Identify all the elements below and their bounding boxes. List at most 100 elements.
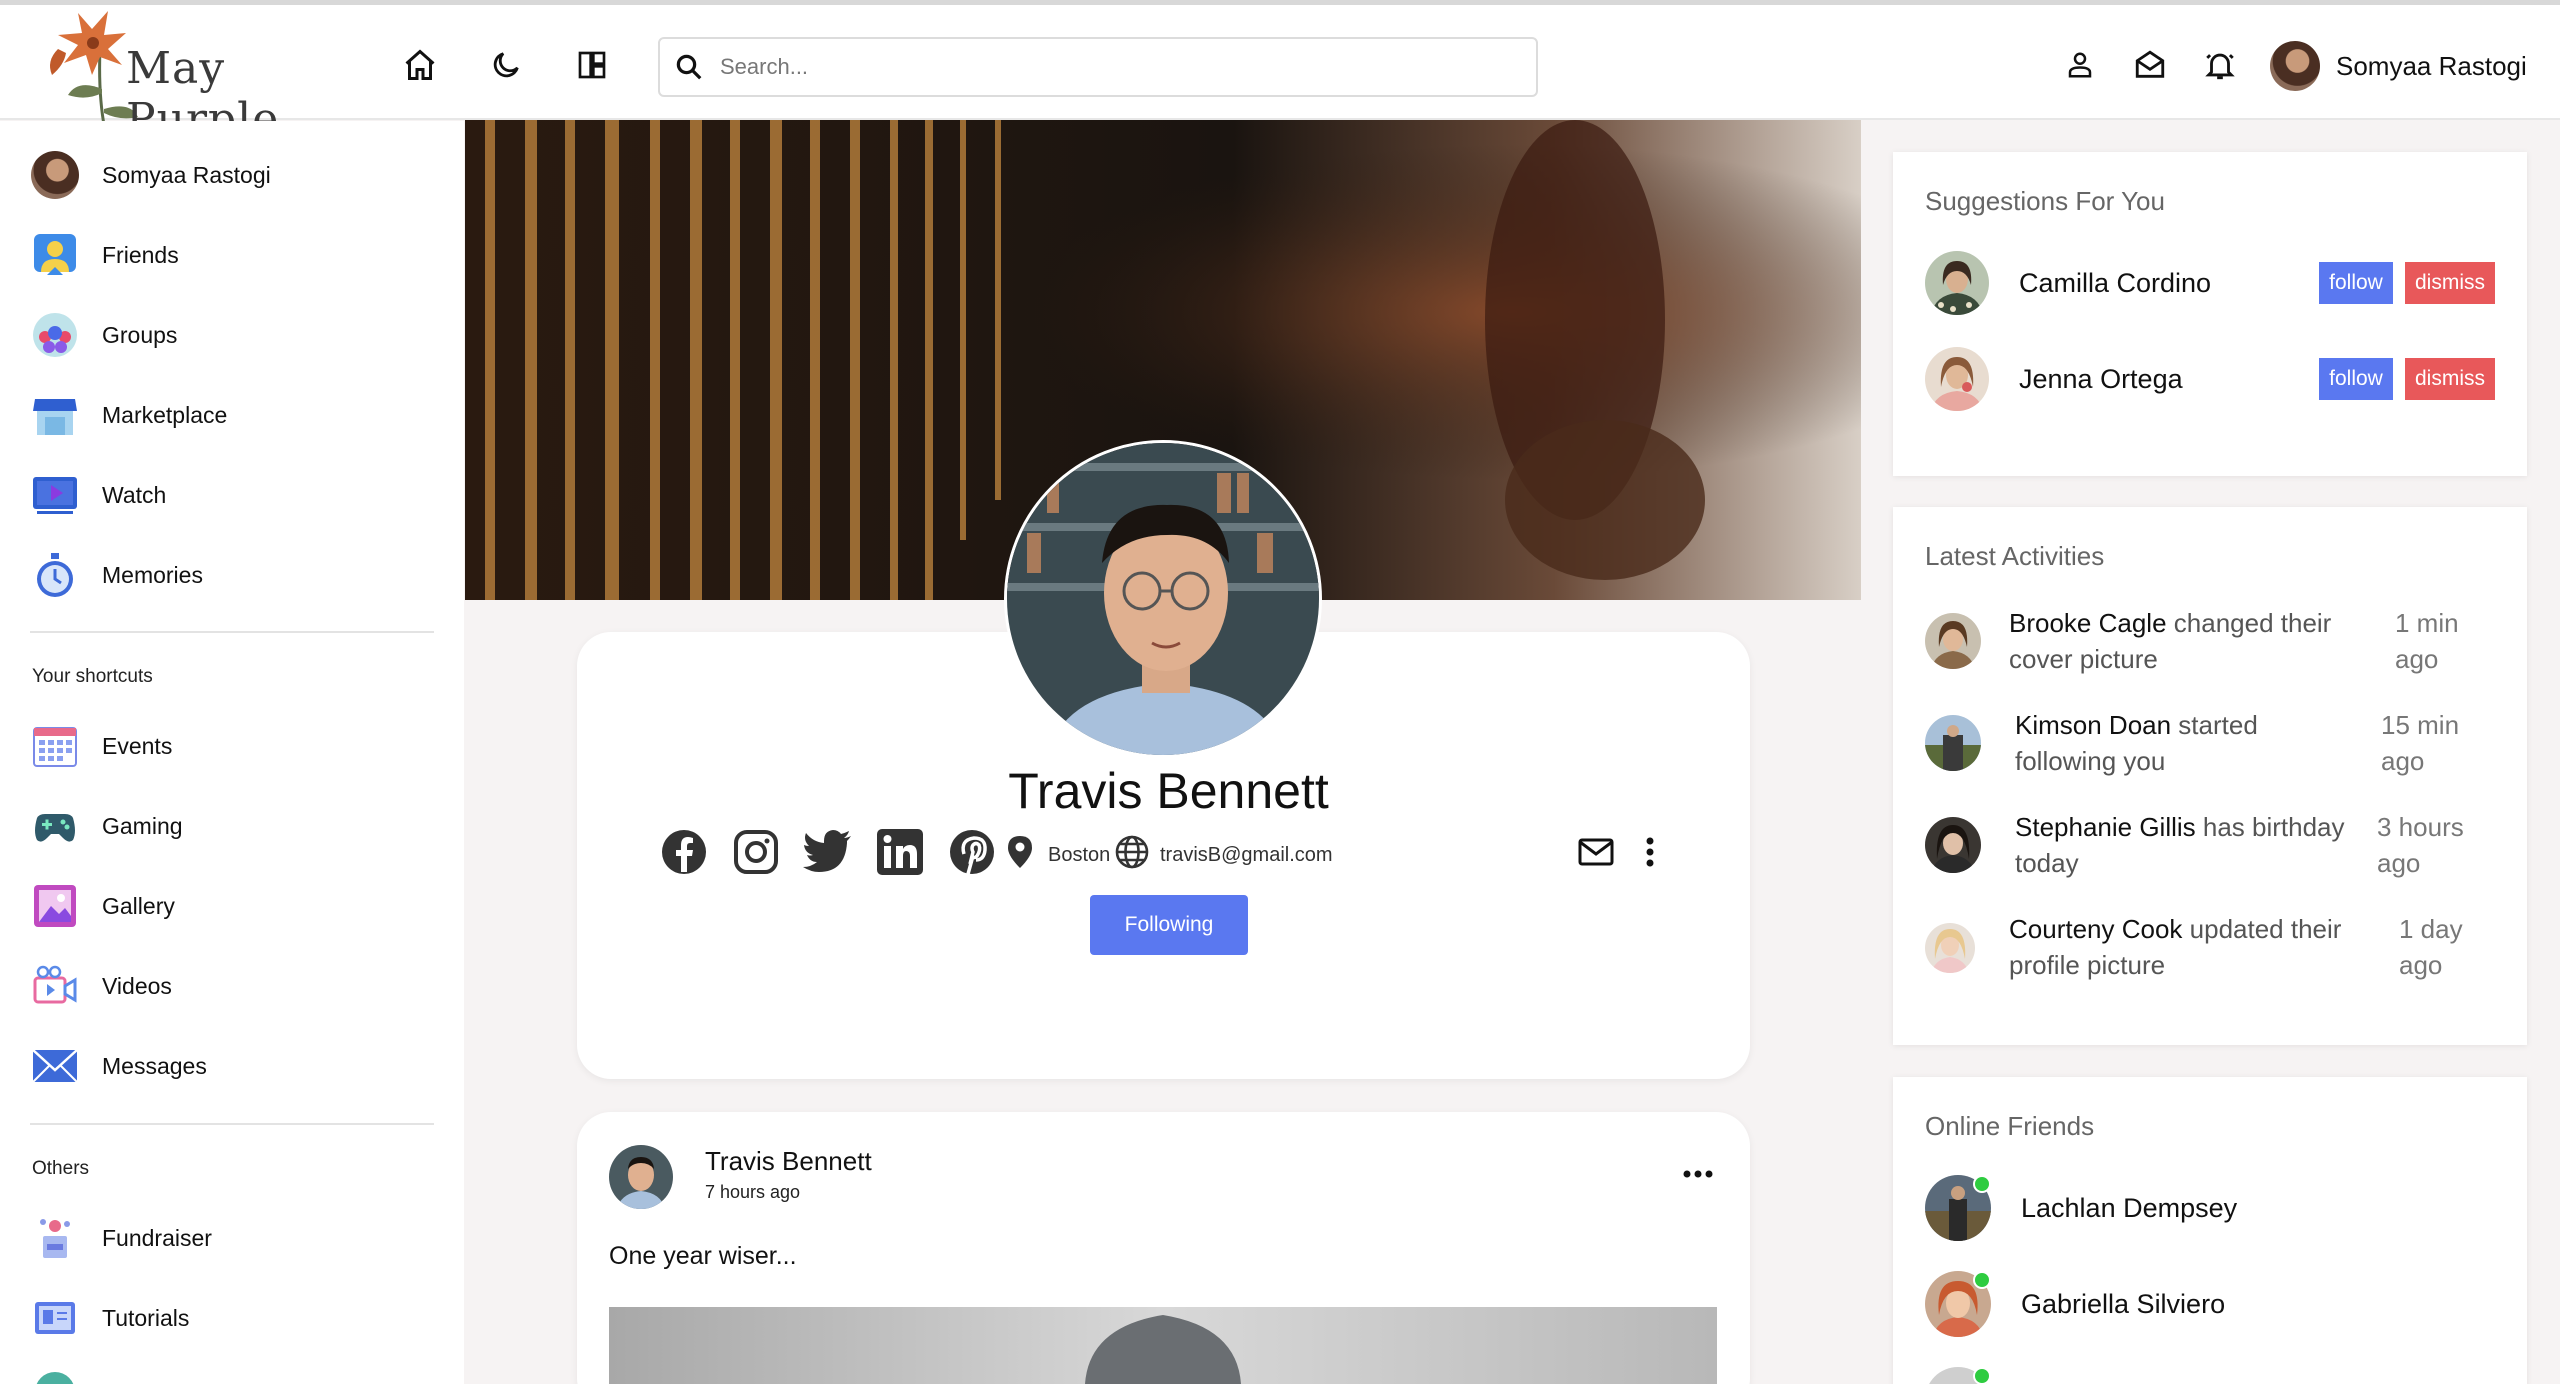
sidebar-item-label: Groups <box>102 321 178 348</box>
post-text: One year wiser... <box>609 1242 797 1270</box>
tutorials-icon <box>30 1293 80 1343</box>
profile-name: Travis Bennett <box>1008 763 1329 819</box>
online-friend-item[interactable]: Lachlan Dempsey <box>1925 1175 2237 1241</box>
sidebar-item-label: Watch <box>102 481 167 508</box>
activity-item: Kimson Doan started following you 15 min… <box>1925 707 2495 779</box>
linkedin-icon[interactable] <box>874 826 926 878</box>
activity-user[interactable]: Brooke Cagle <box>2009 608 2167 638</box>
activity-time: 3 hours ago <box>2377 812 2464 878</box>
online-friends-card: Online Friends Lachlan Dempsey Gabriella… <box>1893 1077 2527 1384</box>
moon-icon[interactable] <box>484 43 528 87</box>
follow-button[interactable]: follow <box>2319 358 2393 400</box>
bell-icon[interactable] <box>2198 43 2242 87</box>
sidebar-item-label: Friends <box>102 241 179 268</box>
online-friend-item[interactable]: Gabriella Silviero <box>1925 1271 2225 1337</box>
mail-icon[interactable] <box>1570 826 1622 878</box>
nav-user-menu[interactable]: Somyaa Rastogi <box>2270 41 2527 91</box>
facebook-icon[interactable] <box>658 826 710 878</box>
online-status-dot <box>1973 1367 1991 1384</box>
dismiss-button[interactable]: dismiss <box>2405 262 2495 304</box>
fundraiser-icon <box>30 1213 80 1263</box>
left-sidebar: Somyaa Rastogi Friends Groups Marketplac… <box>0 121 464 1384</box>
avatar[interactable] <box>1925 613 1981 669</box>
layout-icon[interactable] <box>570 43 614 87</box>
online-friend-name: Lachlan Dempsey <box>2021 1192 2238 1223</box>
online-status-dot <box>1973 1175 1991 1193</box>
sidebar-item-marketplace[interactable]: Marketplace <box>30 390 227 440</box>
sidebar-item-tutorials[interactable]: Tutorials <box>30 1293 189 1343</box>
follow-button[interactable]: follow <box>2319 262 2393 304</box>
suggestion-row: Camilla Cordino follow dismiss <box>1925 250 2495 316</box>
online-friend-item[interactable] <box>1925 1367 1991 1384</box>
instagram-icon[interactable] <box>730 826 782 878</box>
avatar[interactable] <box>1925 715 1981 771</box>
activity-item: Stephanie Gillis has birthday today 3 ho… <box>1925 809 2495 881</box>
twitter-icon[interactable] <box>802 826 854 878</box>
more-vertical-icon[interactable] <box>1624 826 1676 878</box>
avatar[interactable] <box>1925 347 1989 411</box>
online-friend-name: Gabriella Silviero <box>2021 1288 2226 1319</box>
profile-avatar[interactable] <box>1004 440 1322 758</box>
suggestions-card: Suggestions For You Camilla Cordino foll… <box>1893 152 2527 476</box>
suggestion-name[interactable]: Jenna Ortega <box>2019 364 2319 395</box>
sidebar-item-videos[interactable]: Videos <box>30 961 172 1011</box>
watch-icon <box>30 470 80 520</box>
avatar[interactable] <box>1925 251 1989 315</box>
person-icon[interactable] <box>2058 43 2102 87</box>
home-icon[interactable] <box>398 43 442 87</box>
search-input[interactable] <box>720 54 1480 80</box>
post-author-name[interactable]: Travis Bennett <box>705 1146 872 1177</box>
avatar[interactable] <box>1925 817 1981 873</box>
sidebar-item-profile[interactable]: Somyaa Rastogi <box>30 150 271 200</box>
avatar[interactable] <box>1925 923 1975 973</box>
video-icon <box>30 961 80 1011</box>
activity-user[interactable]: Courteny Cook <box>2009 914 2182 944</box>
pinterest-icon[interactable] <box>946 826 998 878</box>
envelope-icon <box>30 1041 80 1091</box>
sidebar-item-label: Tutorials <box>102 1304 190 1331</box>
location-pin-icon <box>1000 826 1040 878</box>
online-friends-title: Online Friends <box>1925 1111 2095 1141</box>
activity-user[interactable]: Kimson Doan <box>2015 710 2171 740</box>
post-timestamp: 7 hours ago <box>705 1182 801 1202</box>
nav-user-name: Somyaa Rastogi <box>2336 50 2527 81</box>
sidebar-item-label: Gaming <box>102 812 183 839</box>
sidebar-item-label: Messages <box>102 1052 207 1079</box>
activity-user[interactable]: Stephanie Gillis <box>2015 812 2196 842</box>
sidebar-item-watch[interactable]: Watch <box>30 470 166 520</box>
post-author-avatar[interactable] <box>609 1145 673 1209</box>
sidebar-item-more[interactable] <box>30 1367 80 1384</box>
sidebar-item-friends[interactable]: Friends <box>30 230 179 280</box>
search-icon <box>676 54 702 80</box>
activities-card: Latest Activities Brooke Cagle changed t… <box>1893 507 2527 1045</box>
activity-item: Brooke Cagle changed their cover picture… <box>1925 605 2495 677</box>
groups-icon <box>30 310 80 360</box>
sidebar-item-fundraiser[interactable]: Fundraiser <box>30 1213 212 1263</box>
suggestion-row: Jenna Ortega follow dismiss <box>1925 346 2495 412</box>
following-button[interactable]: Following <box>1090 895 1248 955</box>
friends-icon <box>30 230 80 280</box>
online-status-dot <box>1973 1271 1991 1289</box>
sidebar-item-gallery[interactable]: Gallery <box>30 881 175 931</box>
sidebar-item-gaming[interactable]: Gaming <box>30 801 183 851</box>
activity-text: Stephanie Gillis has birthday today <box>2015 809 2375 881</box>
sidebar-item-events[interactable]: Events <box>30 721 172 771</box>
brand-logo[interactable]: May Purple <box>38 9 358 145</box>
post-image[interactable] <box>609 1307 1717 1384</box>
sidebar-divider <box>30 631 434 633</box>
activity-time: 15 min ago <box>2381 710 2460 776</box>
marketplace-icon <box>30 390 80 440</box>
sidebar-divider <box>30 1123 434 1125</box>
mail-icon[interactable] <box>2128 43 2172 87</box>
calendar-icon <box>30 721 80 771</box>
more-horizontal-icon[interactable] <box>1680 1162 1716 1186</box>
sidebar-item-memories[interactable]: Memories <box>30 550 203 600</box>
globe-icon <box>30 1367 80 1384</box>
activity-time: 1 min ago <box>2395 608 2459 674</box>
avatar <box>2270 41 2320 91</box>
sidebar-item-groups[interactable]: Groups <box>30 310 177 360</box>
suggestions-title: Suggestions For You <box>1925 186 2165 216</box>
sidebar-item-messages[interactable]: Messages <box>30 1041 207 1091</box>
dismiss-button[interactable]: dismiss <box>2405 358 2495 400</box>
suggestion-name[interactable]: Camilla Cordino <box>2019 268 2319 299</box>
